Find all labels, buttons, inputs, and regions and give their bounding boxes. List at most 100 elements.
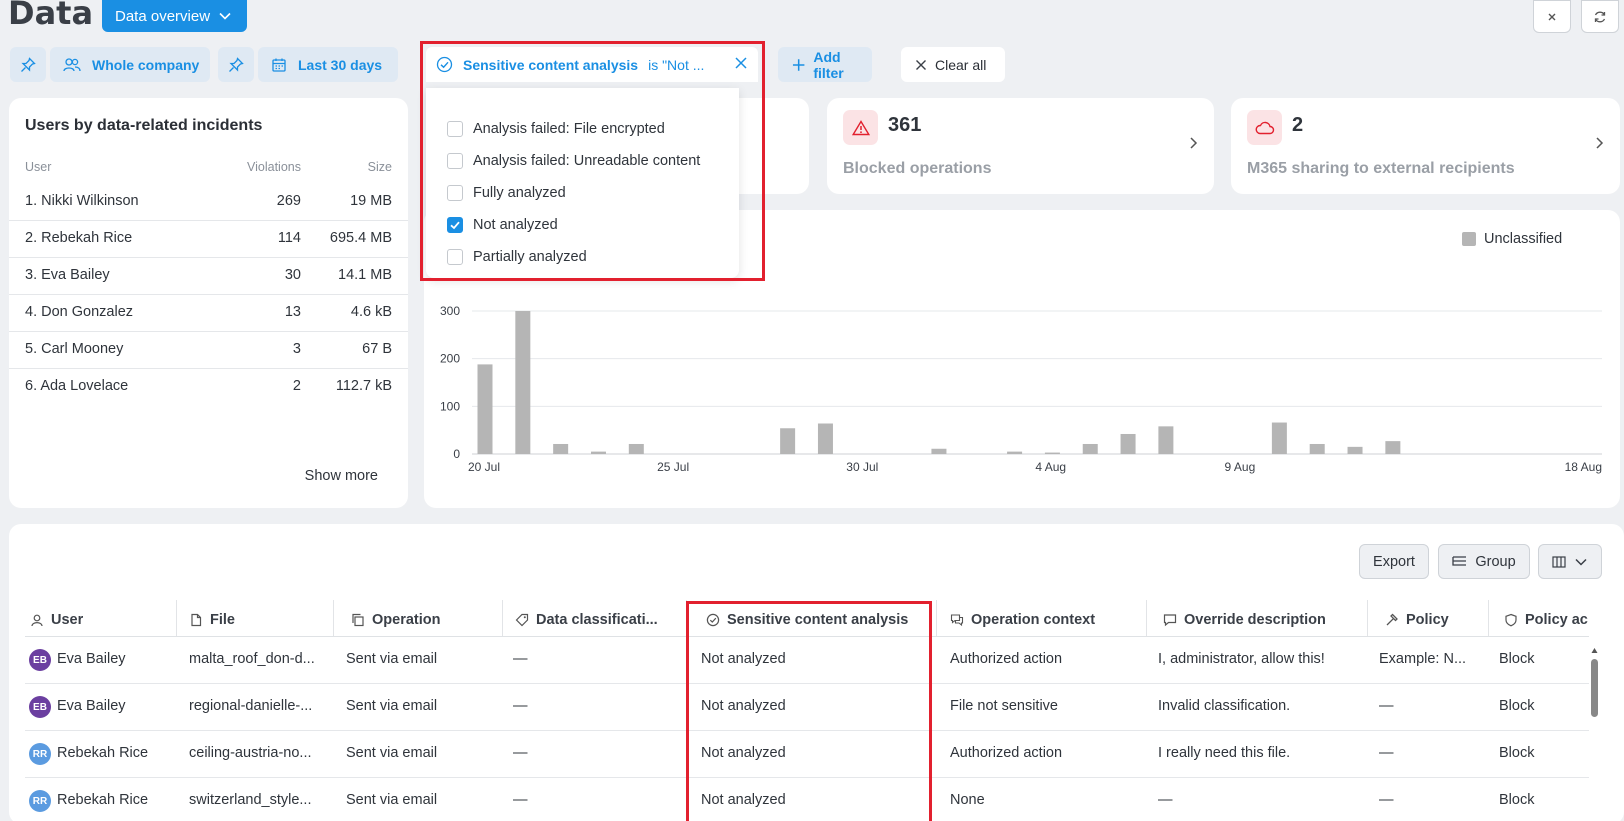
cloud-icon: [1255, 121, 1274, 134]
group-button[interactable]: Group: [1438, 544, 1530, 579]
remove-filter-button[interactable]: [734, 56, 748, 73]
period-filter[interactable]: Last 30 days: [258, 47, 398, 82]
column-divider[interactable]: [686, 600, 687, 636]
column-divider[interactable]: [333, 600, 334, 636]
column-header[interactable]: Operation: [351, 604, 440, 636]
user-row[interactable]: 4. Don Gonzalez 13 4.6 kB: [9, 295, 408, 332]
clear-all-button[interactable]: Clear all: [901, 47, 1005, 82]
warning-triangle-icon: [851, 119, 870, 135]
chart-bar[interactable]: [931, 448, 947, 454]
column-header[interactable]: Sensitive content analysis: [706, 604, 908, 636]
chart-bar[interactable]: [590, 451, 606, 454]
column-divider[interactable]: [1367, 600, 1368, 636]
columns-button[interactable]: [1538, 544, 1602, 579]
cell-override: I, administrator, allow this!: [1158, 651, 1325, 667]
chart-bar[interactable]: [817, 423, 833, 454]
column-divider[interactable]: [1488, 600, 1489, 636]
user-size: 19 MB: [350, 193, 392, 209]
cell-action: Block: [1499, 745, 1535, 761]
chart-bar[interactable]: [1044, 452, 1060, 454]
checkbox[interactable]: [447, 217, 463, 233]
view-selector-button[interactable]: Data overview: [102, 0, 247, 32]
user-row[interactable]: 3. Eva Bailey 30 14.1 MB: [9, 258, 408, 295]
table-row[interactable]: RR Rebekah Rice ceiling-austria-no... Sent …: [25, 731, 1589, 778]
column-header[interactable]: Policy ac: [1504, 604, 1588, 636]
chart-bar[interactable]: [1385, 441, 1401, 454]
show-more-button[interactable]: Show more: [305, 468, 378, 484]
user-row[interactable]: 1. Nikki Wilkinson 269 19 MB: [9, 184, 408, 221]
column-header[interactable]: Policy: [1385, 604, 1449, 636]
user-violations: 114: [277, 230, 301, 246]
add-filter-label: Add filter: [813, 48, 844, 81]
sensitive-content-filter[interactable]: Sensitive content analysis is "Not ...: [426, 47, 758, 82]
table-row[interactable]: EB Eva Bailey regional-danielle-... Sent vi…: [25, 684, 1589, 731]
chart-bar[interactable]: [553, 443, 569, 454]
chart-bar[interactable]: [515, 311, 531, 454]
refresh-icon: [1594, 11, 1606, 22]
chart-bar[interactable]: [1309, 443, 1325, 454]
table-scrollbar[interactable]: [1590, 644, 1599, 821]
checkbox[interactable]: [447, 249, 463, 265]
user-size: 67 B: [362, 341, 392, 357]
column-divider[interactable]: [176, 600, 177, 636]
column-header-label: File: [210, 612, 235, 628]
chart-bar[interactable]: [1347, 446, 1363, 454]
clear-all-label: Clear all: [935, 56, 987, 73]
column-header[interactable]: File: [189, 604, 235, 636]
table-row[interactable]: EB Eva Bailey malta_roof_don-d... Sent via …: [25, 637, 1589, 684]
blocked-operations-card[interactable]: 361 Blocked operations: [827, 98, 1214, 194]
chart-bar[interactable]: [1158, 426, 1174, 454]
pin-period-button[interactable]: [218, 47, 254, 82]
add-filter-button[interactable]: Add filter: [778, 47, 872, 82]
scope-filter[interactable]: Whole company: [50, 47, 210, 82]
cell-user[interactable]: Rebekah Rice: [57, 792, 148, 808]
refresh-button[interactable]: [1581, 0, 1619, 33]
chart-bar[interactable]: [628, 443, 644, 454]
column-header[interactable]: Data classificati...: [515, 604, 695, 636]
y-tick-label: 0: [453, 447, 460, 461]
cell-user[interactable]: Eva Bailey: [57, 698, 126, 714]
chart-bar[interactable]: [1271, 422, 1287, 454]
checkbox[interactable]: [447, 121, 463, 137]
column-header[interactable]: Override description: [1163, 604, 1326, 636]
cell-context: File not sensitive: [950, 698, 1058, 714]
chart-bar[interactable]: [477, 364, 493, 454]
period-filter-label: Last 30 days: [298, 56, 383, 73]
checkbox[interactable]: [447, 153, 463, 169]
dropdown-option[interactable]: Analysis failed: File encrypted: [426, 113, 739, 145]
cell-user[interactable]: Eva Bailey: [57, 651, 126, 667]
dropdown-option[interactable]: Analysis failed: Unreadable content: [426, 145, 739, 177]
chart-bar[interactable]: [780, 428, 796, 454]
dropdown-option-label: Fully analyzed: [473, 185, 566, 201]
cell-operation: Sent via email: [346, 651, 438, 667]
column-header[interactable]: User: [30, 604, 83, 636]
user-row[interactable]: 2. Rebekah Rice 114 695.4 MB: [9, 221, 408, 258]
cell-user[interactable]: Rebekah Rice: [57, 745, 148, 761]
y-tick-label: 100: [440, 399, 460, 413]
column-header-label: Data classificati...: [536, 612, 658, 628]
dropdown-option-label: Analysis failed: File encrypted: [473, 121, 665, 137]
pin-scope-button[interactable]: [10, 47, 46, 82]
column-header[interactable]: Operation context: [950, 604, 1095, 636]
column-divider[interactable]: [1146, 600, 1147, 636]
chart-bar[interactable]: [1007, 451, 1023, 454]
column-header-label: Sensitive content analysis: [727, 612, 909, 628]
column-divider[interactable]: [936, 600, 937, 636]
table-row[interactable]: RR Rebekah Rice switzerland_style... Sent v…: [25, 778, 1589, 821]
dropdown-option[interactable]: Fully analyzed: [426, 177, 739, 209]
dropdown-option[interactable]: Partially analyzed: [426, 241, 739, 273]
column-divider[interactable]: [502, 600, 503, 636]
checkbox[interactable]: [447, 185, 463, 201]
m365-sharing-card[interactable]: 2 M365 sharing to external recipients: [1231, 98, 1620, 194]
user-violations: 3: [292, 341, 301, 357]
user-row[interactable]: 5. Carl Mooney 3 67 B: [9, 332, 408, 369]
collapse-button[interactable]: [1533, 0, 1571, 33]
dropdown-option[interactable]: Not analyzed: [426, 209, 739, 241]
sensitive-filter-value: is "Not ...: [648, 56, 705, 73]
cell-override: —: [1158, 792, 1173, 808]
chart-bar[interactable]: [1120, 433, 1136, 454]
chart-bar[interactable]: [1082, 443, 1098, 454]
user-row[interactable]: 6. Ada Lovelace 2 112.7 kB: [9, 369, 408, 406]
users-card-title: Users by data-related incidents: [25, 117, 263, 134]
export-button[interactable]: Export: [1359, 544, 1429, 579]
